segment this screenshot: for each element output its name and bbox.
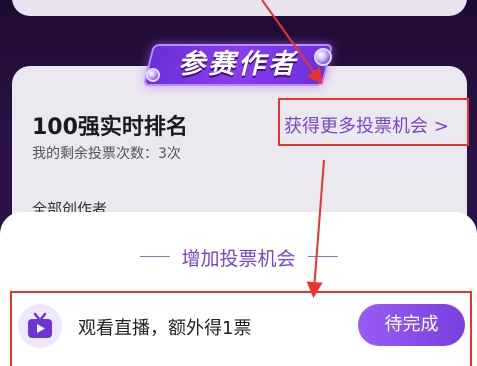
task-status-button[interactable]: 待完成: [358, 304, 465, 346]
sheet-title: 增加投票机会: [181, 248, 296, 270]
section-banner-label: 参赛作者: [178, 49, 298, 80]
remaining-votes-text: 我的剩余投票次数：3次: [32, 146, 181, 162]
decorative-orb-icon: [314, 48, 332, 66]
decorative-orb-icon: [146, 68, 160, 82]
title-dash-right: [308, 256, 338, 257]
more-chances-link[interactable]: 获得更多投票机会 >: [284, 112, 449, 138]
ranking-title: 100强实时排名: [32, 115, 188, 140]
tv-icon: [28, 312, 52, 338]
previous-card-edge: [12, 0, 467, 16]
task-label: 观看直播，额外得1票: [78, 318, 252, 339]
